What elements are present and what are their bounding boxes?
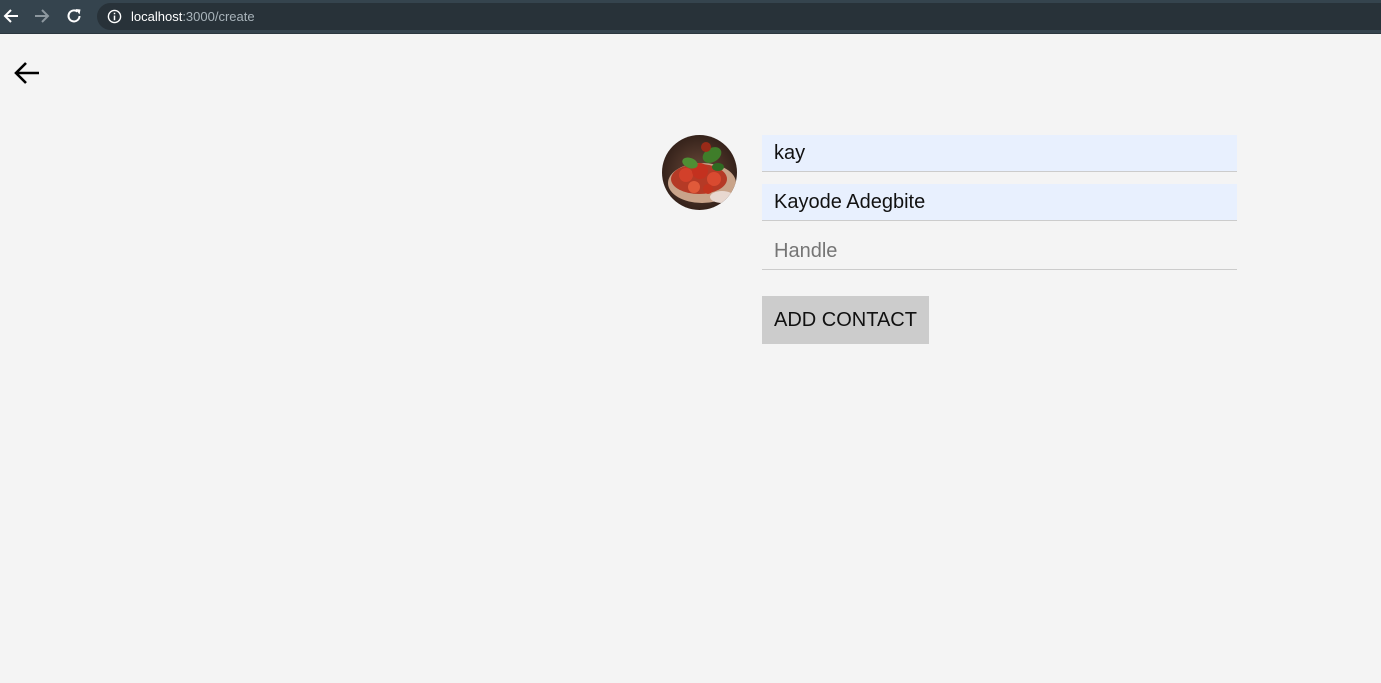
url-path: :3000/create xyxy=(182,9,255,24)
info-icon[interactable] xyxy=(107,9,122,24)
reload-icon xyxy=(67,9,81,23)
handle-input[interactable] xyxy=(762,233,1237,270)
browser-forward-button[interactable] xyxy=(31,5,53,27)
create-contact-form: ADD CONTACT xyxy=(762,135,1237,344)
arrow-left-icon xyxy=(3,9,18,23)
browser-toolbar: localhost:3000/create xyxy=(0,0,1381,34)
address-bar[interactable]: localhost:3000/create xyxy=(97,3,1381,30)
avatar-url-input[interactable] xyxy=(762,135,1237,172)
add-contact-button[interactable]: ADD CONTACT xyxy=(762,296,929,344)
arrow-right-icon xyxy=(35,9,50,23)
url-text: localhost:3000/create xyxy=(131,8,255,25)
avatar-preview xyxy=(662,135,737,210)
name-input[interactable] xyxy=(762,184,1237,221)
create-contact-page: ADD CONTACT xyxy=(0,35,1381,683)
browser-reload-button[interactable] xyxy=(63,5,85,27)
arrow-left-icon xyxy=(14,62,39,84)
url-host: localhost xyxy=(131,9,183,24)
avatar-image xyxy=(662,135,737,210)
browser-back-button[interactable] xyxy=(0,5,22,27)
close-create-link[interactable] xyxy=(11,59,43,87)
